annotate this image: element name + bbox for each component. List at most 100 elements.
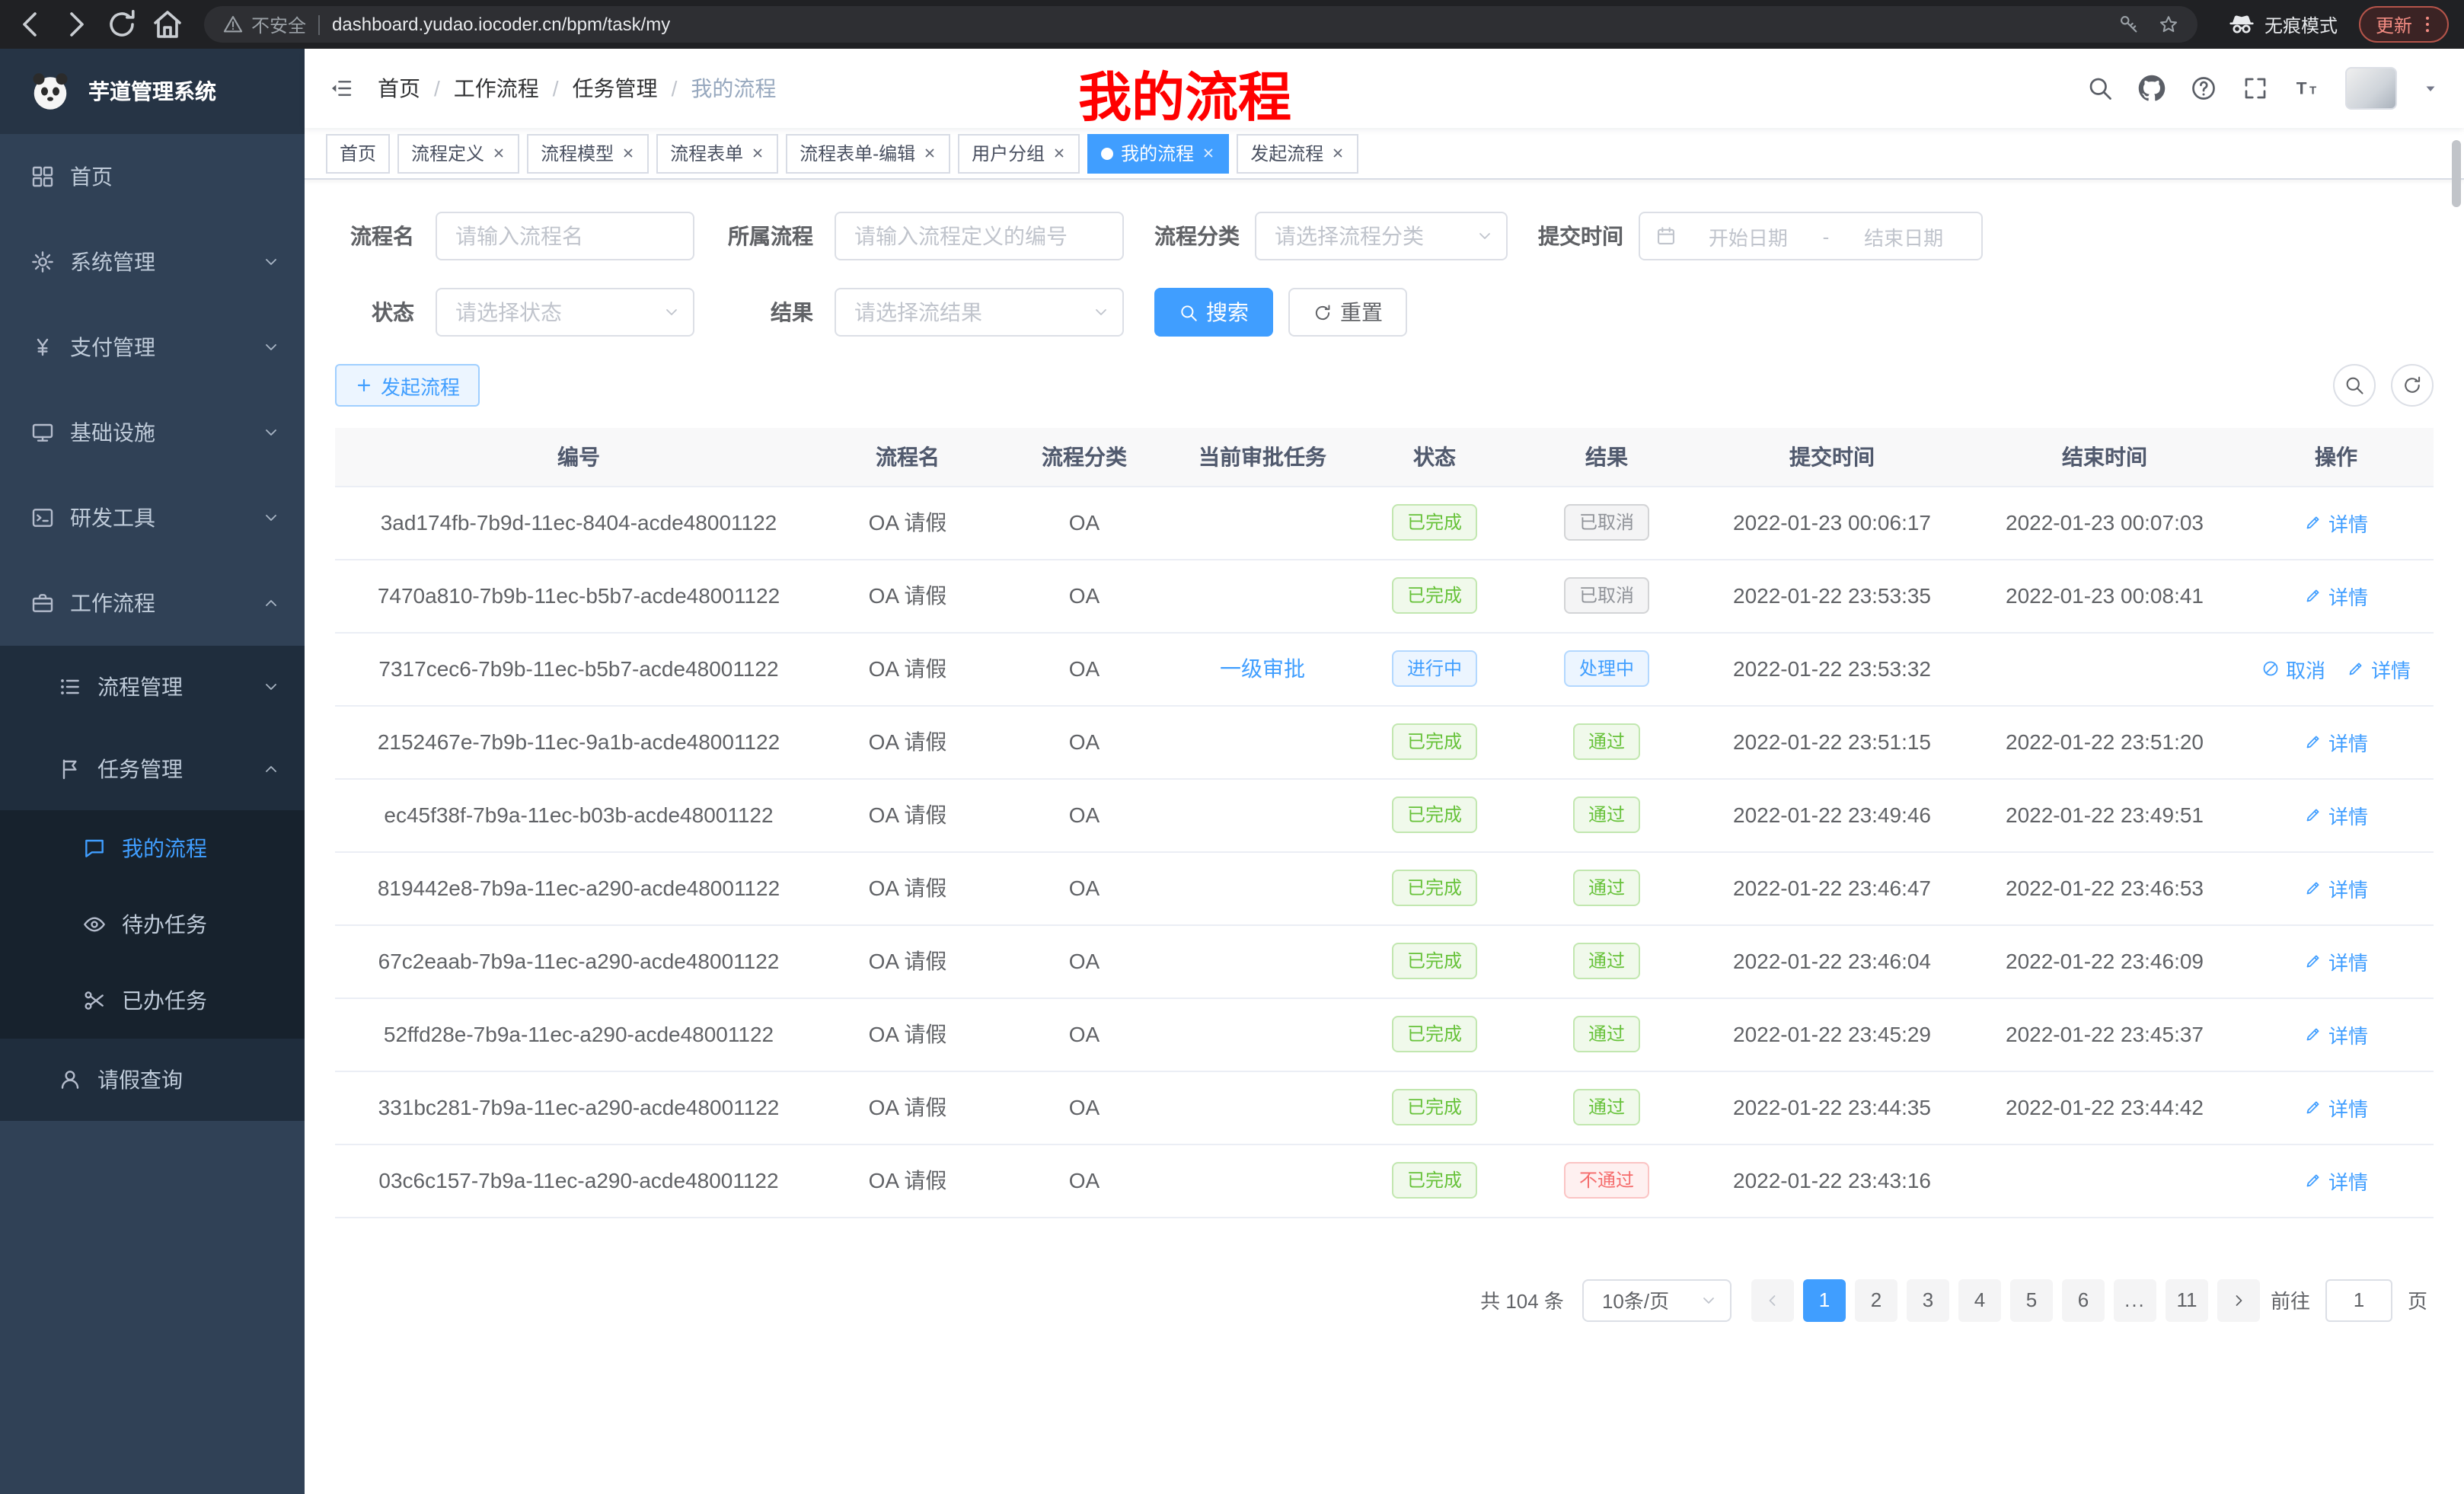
detail-link[interactable]: 详情 [2304, 581, 2368, 610]
browser-forward-icon[interactable] [58, 6, 94, 43]
page-button[interactable]: 1 [1803, 1279, 1846, 1321]
view-tab[interactable]: 流程表单-编辑 [786, 133, 950, 173]
goto-page-input[interactable] [2325, 1279, 2392, 1321]
sidebar-item-task-manage[interactable]: 任务管理 [0, 728, 305, 810]
reset-button-icon [1313, 302, 1333, 322]
page-button[interactable]: 6 [2062, 1279, 2105, 1321]
toggle-search-button[interactable] [2333, 364, 2376, 407]
submit-time-range-picker[interactable]: 开始日期 - 结束日期 [1639, 212, 1983, 260]
sidebar-item-system[interactable]: 系统管理 [0, 219, 305, 305]
browser-home-icon[interactable] [149, 6, 186, 43]
done-task-icon [82, 988, 107, 1013]
detail-link[interactable]: 详情 [2304, 1020, 2368, 1049]
detail-link[interactable]: 详情 [2304, 947, 2368, 975]
close-tab-icon[interactable] [1202, 146, 1215, 160]
page-size-select[interactable]: 10条/页 [1582, 1279, 1732, 1321]
prev-page-button[interactable] [1751, 1279, 1794, 1321]
sidebar-item-home[interactable]: 首页 [0, 134, 305, 219]
breadcrumb-item-workflow[interactable]: 工作流程 [454, 73, 539, 104]
result-select[interactable]: 请选择流结果 [835, 288, 1124, 337]
sidebar-item-leave-query[interactable]: 请假查询 [0, 1039, 305, 1121]
sidebar-item-done-task[interactable]: 已办任务 [0, 962, 305, 1039]
page-button[interactable]: 3 [1907, 1279, 1949, 1321]
detail-link[interactable]: 详情 [2304, 800, 2368, 829]
page-button[interactable]: 2 [1855, 1279, 1897, 1321]
result-cell: 处理中 [1520, 632, 1693, 705]
refresh-table-button[interactable] [2391, 364, 2434, 407]
submit-time-cell: 2022-01-22 23:46:47 [1693, 851, 1971, 924]
update-button[interactable]: 更新 [2359, 6, 2449, 43]
reset-button[interactable]: 重置 [1288, 288, 1407, 337]
sidebar-item-process-manage[interactable]: 流程管理 [0, 646, 305, 728]
security-status[interactable]: 不安全 [222, 11, 306, 37]
detail-link[interactable]: 详情 [2304, 1166, 2368, 1195]
bookmark-star-icon[interactable] [2158, 14, 2179, 35]
sidebar-item-infrastructure[interactable]: 基础设施 [0, 390, 305, 475]
category-select[interactable]: 请选择流程分类 [1255, 212, 1508, 260]
close-tab-icon[interactable] [1331, 146, 1345, 160]
search-icon[interactable] [2086, 75, 2114, 102]
detail-link[interactable]: 详情 [2304, 508, 2368, 537]
close-tab-icon[interactable] [1052, 146, 1066, 160]
address-bar[interactable]: 不安全 dashboard.yudao.iocoder.cn/bpm/task/… [204, 6, 2197, 43]
status-select[interactable]: 请选择状态 [436, 288, 694, 337]
close-tab-icon[interactable] [751, 146, 764, 160]
browser-menu-icon[interactable] [2417, 14, 2438, 35]
github-icon[interactable] [2138, 75, 2166, 102]
current-task-link[interactable]: 一级审批 [1220, 656, 1305, 681]
cancel-link[interactable]: 取消 [2261, 654, 2325, 683]
detail-link[interactable]: 详情 [2347, 654, 2411, 683]
close-tab-icon[interactable] [923, 146, 937, 160]
view-tab[interactable]: 发起流程 [1237, 133, 1358, 173]
breadcrumb-item-task-manage[interactable]: 任务管理 [573, 73, 658, 104]
view-tab[interactable]: 流程表单 [656, 133, 778, 173]
search-button[interactable]: 搜索 [1154, 288, 1273, 337]
action-label: 取消 [2286, 654, 2325, 683]
sidebar-item-workflow[interactable]: 工作流程 [0, 560, 305, 646]
sidebar-item-todo-task[interactable]: 待办任务 [0, 886, 305, 962]
category-cell: OA [993, 486, 1176, 559]
process-table: 编号流程名流程分类当前审批任务状态结果提交时间结束时间操作 3ad174fb-7… [335, 428, 2434, 1218]
end-date-input[interactable]: 结束日期 [1841, 222, 1966, 251]
font-size-icon[interactable]: TT [2293, 75, 2321, 102]
process-name-input[interactable] [436, 212, 694, 260]
page-button[interactable]: 4 [1958, 1279, 2001, 1321]
start-date-input[interactable]: 开始日期 [1686, 222, 1811, 251]
scrollbar-thumb[interactable] [2452, 140, 2461, 207]
password-key-icon[interactable] [2118, 14, 2140, 35]
sidebar-toggle-button[interactable] [305, 76, 378, 101]
detail-link[interactable]: 详情 [2304, 1093, 2368, 1122]
parent-process-input[interactable] [835, 212, 1124, 260]
detail-link[interactable]: 详情 [2304, 727, 2368, 756]
help-icon[interactable] [2190, 75, 2217, 102]
more-pages-button[interactable]: ... [2114, 1279, 2156, 1321]
avatar-caret-icon[interactable] [2421, 79, 2440, 97]
browser-reload-icon[interactable] [104, 6, 140, 43]
view-tab[interactable]: 用户分组 [958, 133, 1080, 173]
sidebar-item-payment[interactable]: 支付管理 [0, 305, 305, 390]
close-tab-icon[interactable] [621, 146, 635, 160]
sidebar-item-my-process[interactable]: 我的流程 [0, 810, 305, 886]
action-label: 详情 [2328, 1166, 2368, 1195]
fullscreen-icon[interactable] [2242, 75, 2269, 102]
detail-link[interactable]: 详情 [2304, 873, 2368, 902]
user-avatar[interactable] [2345, 67, 2397, 110]
close-tab-icon[interactable] [492, 146, 506, 160]
url-text[interactable]: dashboard.yudao.iocoder.cn/bpm/task/my [332, 14, 670, 35]
sidebar-item-devtools[interactable]: 研发工具 [0, 475, 305, 560]
next-page-button[interactable] [2217, 1279, 2260, 1321]
view-tab[interactable]: 流程模型 [527, 133, 649, 173]
page-button[interactable]: 11 [2166, 1279, 2208, 1321]
submit-time-cell: 2022-01-22 23:44:35 [1693, 1071, 1971, 1144]
sidebar-item-label: 工作流程 [70, 588, 155, 618]
browser-back-icon[interactable] [12, 6, 49, 43]
status-cell: 已完成 [1349, 559, 1520, 632]
create-process-button[interactable]: 发起流程 [335, 364, 480, 407]
app-logo[interactable]: 芋道管理系统 [0, 49, 305, 134]
view-tab[interactable]: 首页 [326, 133, 390, 173]
view-tab[interactable]: 我的流程 [1087, 133, 1229, 173]
view-tab[interactable]: 流程定义 [397, 133, 519, 173]
submit-time-cell: 2022-01-22 23:53:32 [1693, 632, 1971, 705]
breadcrumb-item-home[interactable]: 首页 [378, 73, 420, 104]
page-button[interactable]: 5 [2010, 1279, 2053, 1321]
